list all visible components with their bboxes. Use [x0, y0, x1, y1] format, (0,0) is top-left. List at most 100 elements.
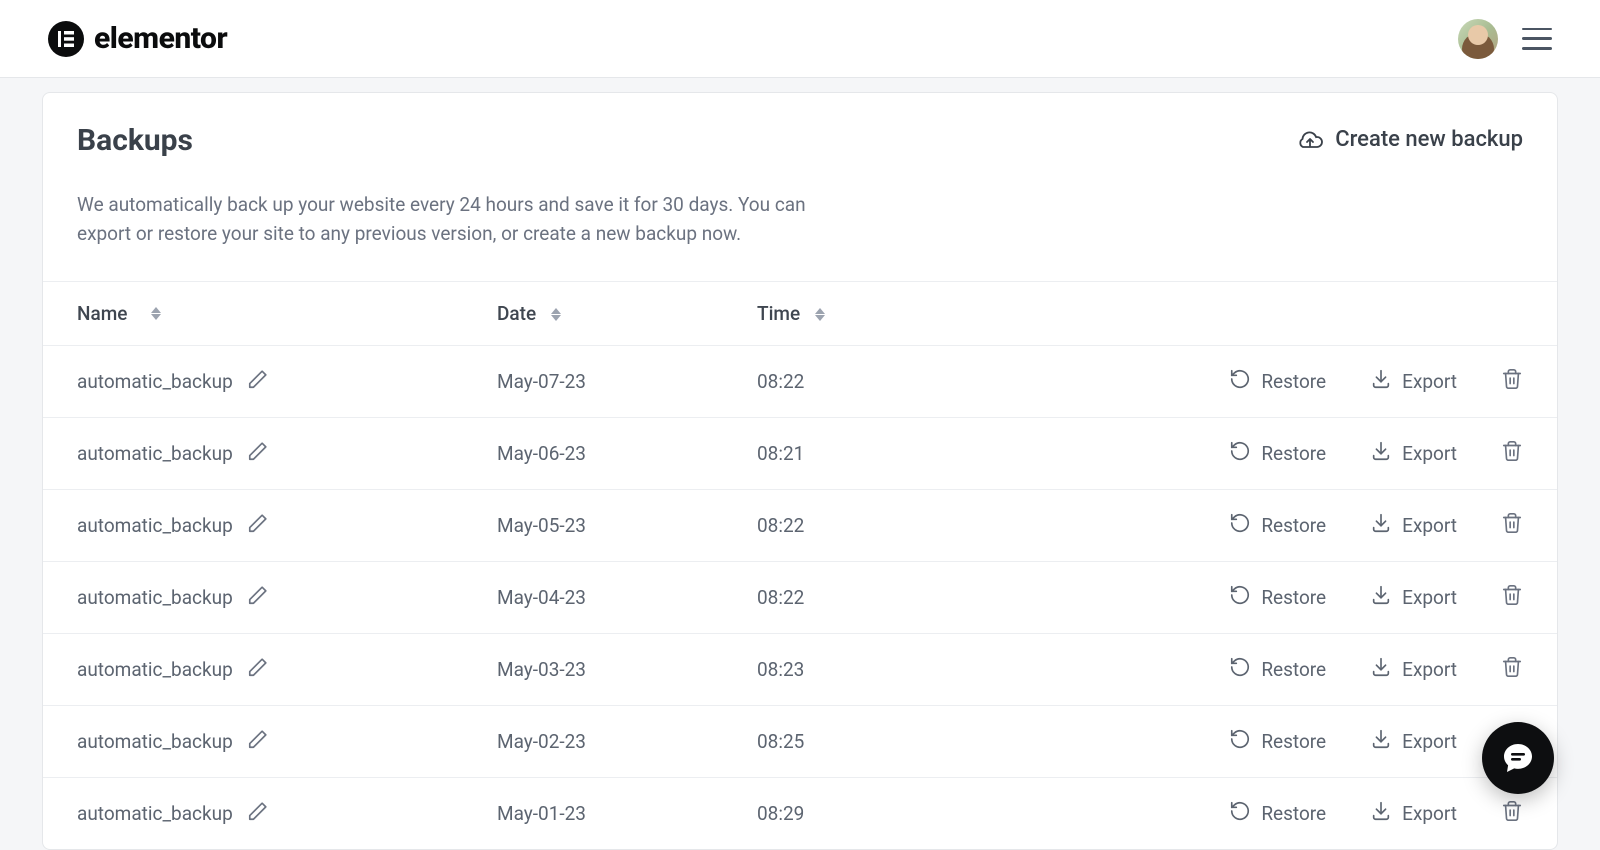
column-header-time[interactable]: Time: [757, 302, 1037, 325]
cell-name: automatic_backup: [77, 584, 497, 611]
pencil-icon[interactable]: [247, 440, 269, 467]
delete-button[interactable]: [1501, 440, 1523, 467]
cell-time: 08:22: [757, 514, 1037, 537]
cell-actions: Restore Export: [1037, 440, 1523, 467]
top-bar-actions: [1458, 19, 1552, 59]
cell-time: 08:22: [757, 370, 1037, 393]
export-button[interactable]: Export: [1370, 728, 1457, 755]
sort-icon: [151, 307, 161, 320]
restore-button[interactable]: Restore: [1229, 656, 1326, 683]
cell-actions: Restore Export: [1037, 368, 1523, 395]
page-title: Backups: [77, 123, 193, 158]
backup-name: automatic_backup: [77, 730, 233, 753]
restore-label: Restore: [1261, 802, 1326, 825]
avatar[interactable]: [1458, 19, 1498, 59]
cell-time: 08:25: [757, 730, 1037, 753]
pencil-icon[interactable]: [247, 800, 269, 827]
table-row: automatic_backupMay-01-2308:29RestoreExp…: [43, 777, 1557, 849]
create-backup-button[interactable]: Create new backup: [1297, 127, 1523, 152]
trash-icon: [1501, 804, 1523, 827]
history-icon: [1229, 440, 1251, 467]
table-row: automatic_backupMay-07-2308:22 Restore Exp…: [43, 345, 1557, 417]
cell-actions: Restore Export: [1037, 656, 1523, 683]
restore-label: Restore: [1261, 370, 1326, 393]
cell-date: May-01-23: [497, 802, 757, 825]
trash-icon: [1501, 588, 1523, 611]
export-label: Export: [1402, 802, 1457, 825]
download-icon: [1370, 440, 1392, 467]
backup-name: automatic_backup: [77, 514, 233, 537]
cell-date: May-03-23: [497, 658, 757, 681]
export-label: Export: [1402, 442, 1457, 465]
cell-actions: Restore Export: [1037, 728, 1523, 755]
download-icon: [1370, 368, 1392, 395]
backups-card: Backups Create new backup We automatical…: [42, 92, 1558, 850]
column-header-date[interactable]: Date: [497, 302, 757, 325]
pencil-icon[interactable]: [247, 368, 269, 395]
download-icon: [1370, 512, 1392, 539]
delete-button[interactable]: [1501, 584, 1523, 611]
backup-name: automatic_backup: [77, 658, 233, 681]
chat-icon: [1501, 741, 1535, 775]
restore-button[interactable]: Restore: [1229, 512, 1326, 539]
cell-actions: Restore Export: [1037, 800, 1523, 827]
restore-button[interactable]: Restore: [1229, 368, 1326, 395]
cell-date: May-05-23: [497, 514, 757, 537]
chat-button[interactable]: [1482, 722, 1554, 794]
menu-icon[interactable]: [1522, 28, 1552, 50]
restore-button[interactable]: Restore: [1229, 728, 1326, 755]
table-header: Name Date Time: [43, 281, 1557, 345]
cell-name: automatic_backup: [77, 512, 497, 539]
restore-label: Restore: [1261, 586, 1326, 609]
pencil-icon[interactable]: [247, 584, 269, 611]
export-label: Export: [1402, 658, 1457, 681]
restore-label: Restore: [1261, 442, 1326, 465]
delete-button[interactable]: [1501, 512, 1523, 539]
export-button[interactable]: Export: [1370, 368, 1457, 395]
create-backup-label: Create new backup: [1335, 127, 1523, 152]
export-label: Export: [1402, 514, 1457, 537]
export-label: Export: [1402, 586, 1457, 609]
export-button[interactable]: Export: [1370, 656, 1457, 683]
export-label: Export: [1402, 730, 1457, 753]
export-button[interactable]: Export: [1370, 800, 1457, 827]
cell-date: May-07-23: [497, 370, 757, 393]
table-row: automatic_backup May-05-2308:22 Restore Exp…: [43, 489, 1557, 561]
restore-label: Restore: [1261, 514, 1326, 537]
cell-name: automatic_backup: [77, 800, 497, 827]
cell-name: automatic_backup: [77, 368, 497, 395]
export-button[interactable]: Export: [1370, 584, 1457, 611]
download-icon: [1370, 584, 1392, 611]
restore-label: Restore: [1261, 658, 1326, 681]
delete-button[interactable]: [1501, 800, 1523, 827]
history-icon: [1229, 728, 1251, 755]
restore-button[interactable]: Restore: [1229, 440, 1326, 467]
cell-time: 08:22: [757, 586, 1037, 609]
brand-logo-icon: [48, 21, 84, 57]
cell-time: 08:23: [757, 658, 1037, 681]
card-header: Backups Create new backup: [43, 93, 1557, 190]
table-row: automatic_backupMay-04-2308:22 Restore Exp…: [43, 561, 1557, 633]
table-row: automatic_backupMay-02-2308:25RestoreExp…: [43, 705, 1557, 777]
table-body: automatic_backupMay-07-2308:22RestoreExp…: [43, 345, 1557, 849]
sort-icon: [551, 308, 561, 321]
trash-icon: [1501, 444, 1523, 467]
backup-name: automatic_backup: [77, 802, 233, 825]
restore-button[interactable]: Restore: [1229, 584, 1326, 611]
trash-icon: [1501, 372, 1523, 395]
brand-logo[interactable]: elementor: [48, 21, 227, 57]
pencil-icon[interactable]: [247, 656, 269, 683]
trash-icon: [1501, 516, 1523, 539]
export-button[interactable]: Export: [1370, 512, 1457, 539]
cell-name: automatic_backup: [77, 656, 497, 683]
cell-actions: Restore Export: [1037, 584, 1523, 611]
pencil-icon[interactable]: [247, 728, 269, 755]
cell-date: May-04-23: [497, 586, 757, 609]
restore-button[interactable]: Restore: [1229, 800, 1326, 827]
export-button[interactable]: Export: [1370, 440, 1457, 467]
table-row: automatic_backup May-03-2308:23 Restore Exp…: [43, 633, 1557, 705]
column-header-name[interactable]: Name: [77, 302, 497, 325]
pencil-icon[interactable]: [247, 512, 269, 539]
delete-button[interactable]: [1501, 656, 1523, 683]
delete-button[interactable]: [1501, 368, 1523, 395]
